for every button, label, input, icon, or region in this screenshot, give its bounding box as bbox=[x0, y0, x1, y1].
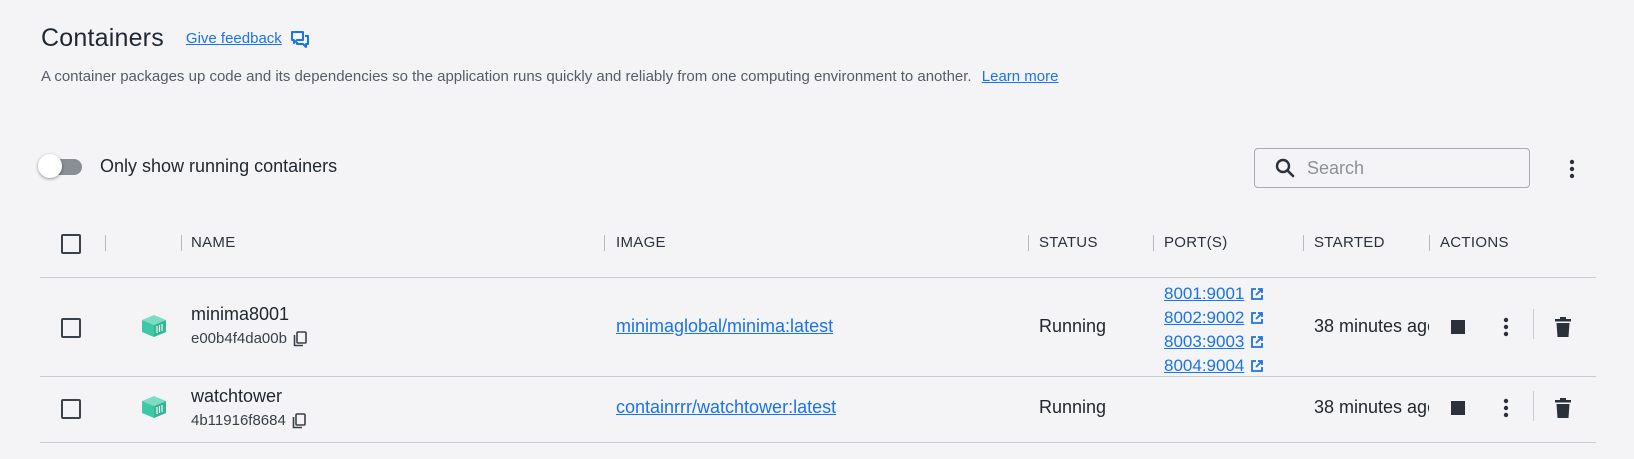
more-vert-icon bbox=[1503, 398, 1509, 418]
column-header-image[interactable]: IMAGE bbox=[616, 234, 666, 251]
port-link[interactable]: 8002:9002 bbox=[1164, 306, 1264, 330]
table-header: NAME IMAGE STATUS PORT(S) STARTED ACTION… bbox=[40, 220, 1596, 278]
port-mapping[interactable]: 8004:9004 bbox=[1164, 356, 1244, 376]
search-box[interactable] bbox=[1254, 148, 1530, 188]
external-link-icon[interactable] bbox=[1250, 335, 1264, 349]
column-divider bbox=[604, 235, 605, 251]
stop-button[interactable] bbox=[1446, 315, 1470, 339]
ports-list: 8001:9001 8002:9002 8003:9003 8004:9004 bbox=[1164, 282, 1264, 378]
more-actions-button[interactable] bbox=[1494, 396, 1518, 420]
more-vert-icon bbox=[1569, 159, 1575, 179]
row-checkbox[interactable] bbox=[61, 318, 81, 338]
stop-icon bbox=[1451, 320, 1465, 334]
stop-button[interactable] bbox=[1446, 396, 1470, 420]
row-checkbox[interactable] bbox=[61, 399, 81, 419]
action-divider bbox=[1533, 309, 1534, 339]
image-link[interactable]: containrrr/watchtower:latest bbox=[616, 397, 836, 418]
page-title: Containers bbox=[41, 24, 164, 52]
page-more-button[interactable] bbox=[1562, 157, 1582, 181]
delete-button[interactable] bbox=[1551, 315, 1575, 339]
search-input[interactable] bbox=[1307, 157, 1507, 179]
container-icon bbox=[142, 315, 166, 337]
running-toggle[interactable] bbox=[38, 154, 86, 178]
external-link-icon[interactable] bbox=[1250, 311, 1264, 325]
select-all-checkbox[interactable] bbox=[61, 234, 81, 254]
port-mapping[interactable]: 8003:9003 bbox=[1164, 332, 1244, 352]
description-text: A container packages up code and its dep… bbox=[41, 68, 972, 85]
page-description: A container packages up code and its dep… bbox=[41, 68, 1058, 85]
delete-button[interactable] bbox=[1551, 396, 1575, 420]
container-name[interactable]: watchtower bbox=[191, 386, 282, 407]
column-divider bbox=[1429, 235, 1430, 251]
action-divider bbox=[1533, 391, 1534, 421]
table-row[interactable]: watchtower 4b11916f8684 containrrr/watch… bbox=[40, 377, 1596, 443]
copy-icon[interactable] bbox=[292, 412, 306, 429]
column-header-actions: ACTIONS bbox=[1440, 234, 1509, 251]
column-header-started[interactable]: STARTED bbox=[1314, 234, 1385, 251]
feedback-icon[interactable] bbox=[290, 30, 310, 48]
column-divider bbox=[1303, 235, 1304, 251]
give-feedback-label[interactable]: Give feedback bbox=[186, 30, 282, 47]
stop-icon bbox=[1451, 401, 1465, 415]
container-id: 4b11916f8684 bbox=[191, 412, 306, 429]
container-name[interactable]: minima8001 bbox=[191, 304, 289, 325]
trash-icon bbox=[1555, 398, 1571, 418]
port-link[interactable]: 8004:9004 bbox=[1164, 354, 1264, 378]
column-divider bbox=[181, 235, 182, 251]
running-toggle-label: Only show running containers bbox=[100, 155, 338, 176]
copy-icon[interactable] bbox=[293, 330, 307, 347]
started-text: 38 minutes ago bbox=[1314, 397, 1429, 417]
image-link[interactable]: minimaglobal/minima:latest bbox=[616, 316, 833, 337]
port-mapping[interactable]: 8001:9001 bbox=[1164, 284, 1244, 304]
container-id: e00b4f4da00b bbox=[191, 330, 307, 347]
external-link-icon[interactable] bbox=[1250, 359, 1264, 373]
container-id-text: e00b4f4da00b bbox=[191, 330, 287, 347]
column-header-ports[interactable]: PORT(S) bbox=[1164, 234, 1228, 251]
column-header-name[interactable]: NAME bbox=[191, 234, 236, 251]
external-link-icon[interactable] bbox=[1250, 287, 1264, 301]
search-icon bbox=[1275, 158, 1295, 178]
column-divider bbox=[1153, 235, 1154, 251]
containers-table: NAME IMAGE STATUS PORT(S) STARTED ACTION… bbox=[40, 220, 1596, 443]
table-row[interactable]: minima8001 e00b4f4da00b minimaglobal/min… bbox=[40, 278, 1596, 377]
give-feedback-link[interactable]: Give feedback bbox=[186, 30, 310, 48]
more-vert-icon bbox=[1503, 317, 1509, 337]
toggle-knob bbox=[38, 154, 62, 178]
learn-more-link[interactable]: Learn more bbox=[982, 68, 1059, 85]
column-divider bbox=[105, 235, 106, 251]
port-link[interactable]: 8003:9003 bbox=[1164, 330, 1264, 354]
container-id-text: 4b11916f8684 bbox=[191, 412, 286, 429]
status-text: Running bbox=[1039, 316, 1107, 336]
started-text: 38 minutes ago bbox=[1314, 316, 1429, 336]
more-actions-button[interactable] bbox=[1494, 315, 1518, 339]
port-mapping[interactable]: 8002:9002 bbox=[1164, 308, 1244, 328]
status-text: Running bbox=[1039, 397, 1107, 417]
running-filter: Only show running containers bbox=[38, 154, 338, 178]
column-divider bbox=[1028, 235, 1029, 251]
page-header: Containers Give feedback bbox=[41, 24, 310, 53]
container-icon bbox=[142, 396, 166, 418]
trash-icon bbox=[1555, 317, 1571, 337]
port-link[interactable]: 8001:9001 bbox=[1164, 282, 1264, 306]
column-header-status[interactable]: STATUS bbox=[1039, 234, 1098, 251]
